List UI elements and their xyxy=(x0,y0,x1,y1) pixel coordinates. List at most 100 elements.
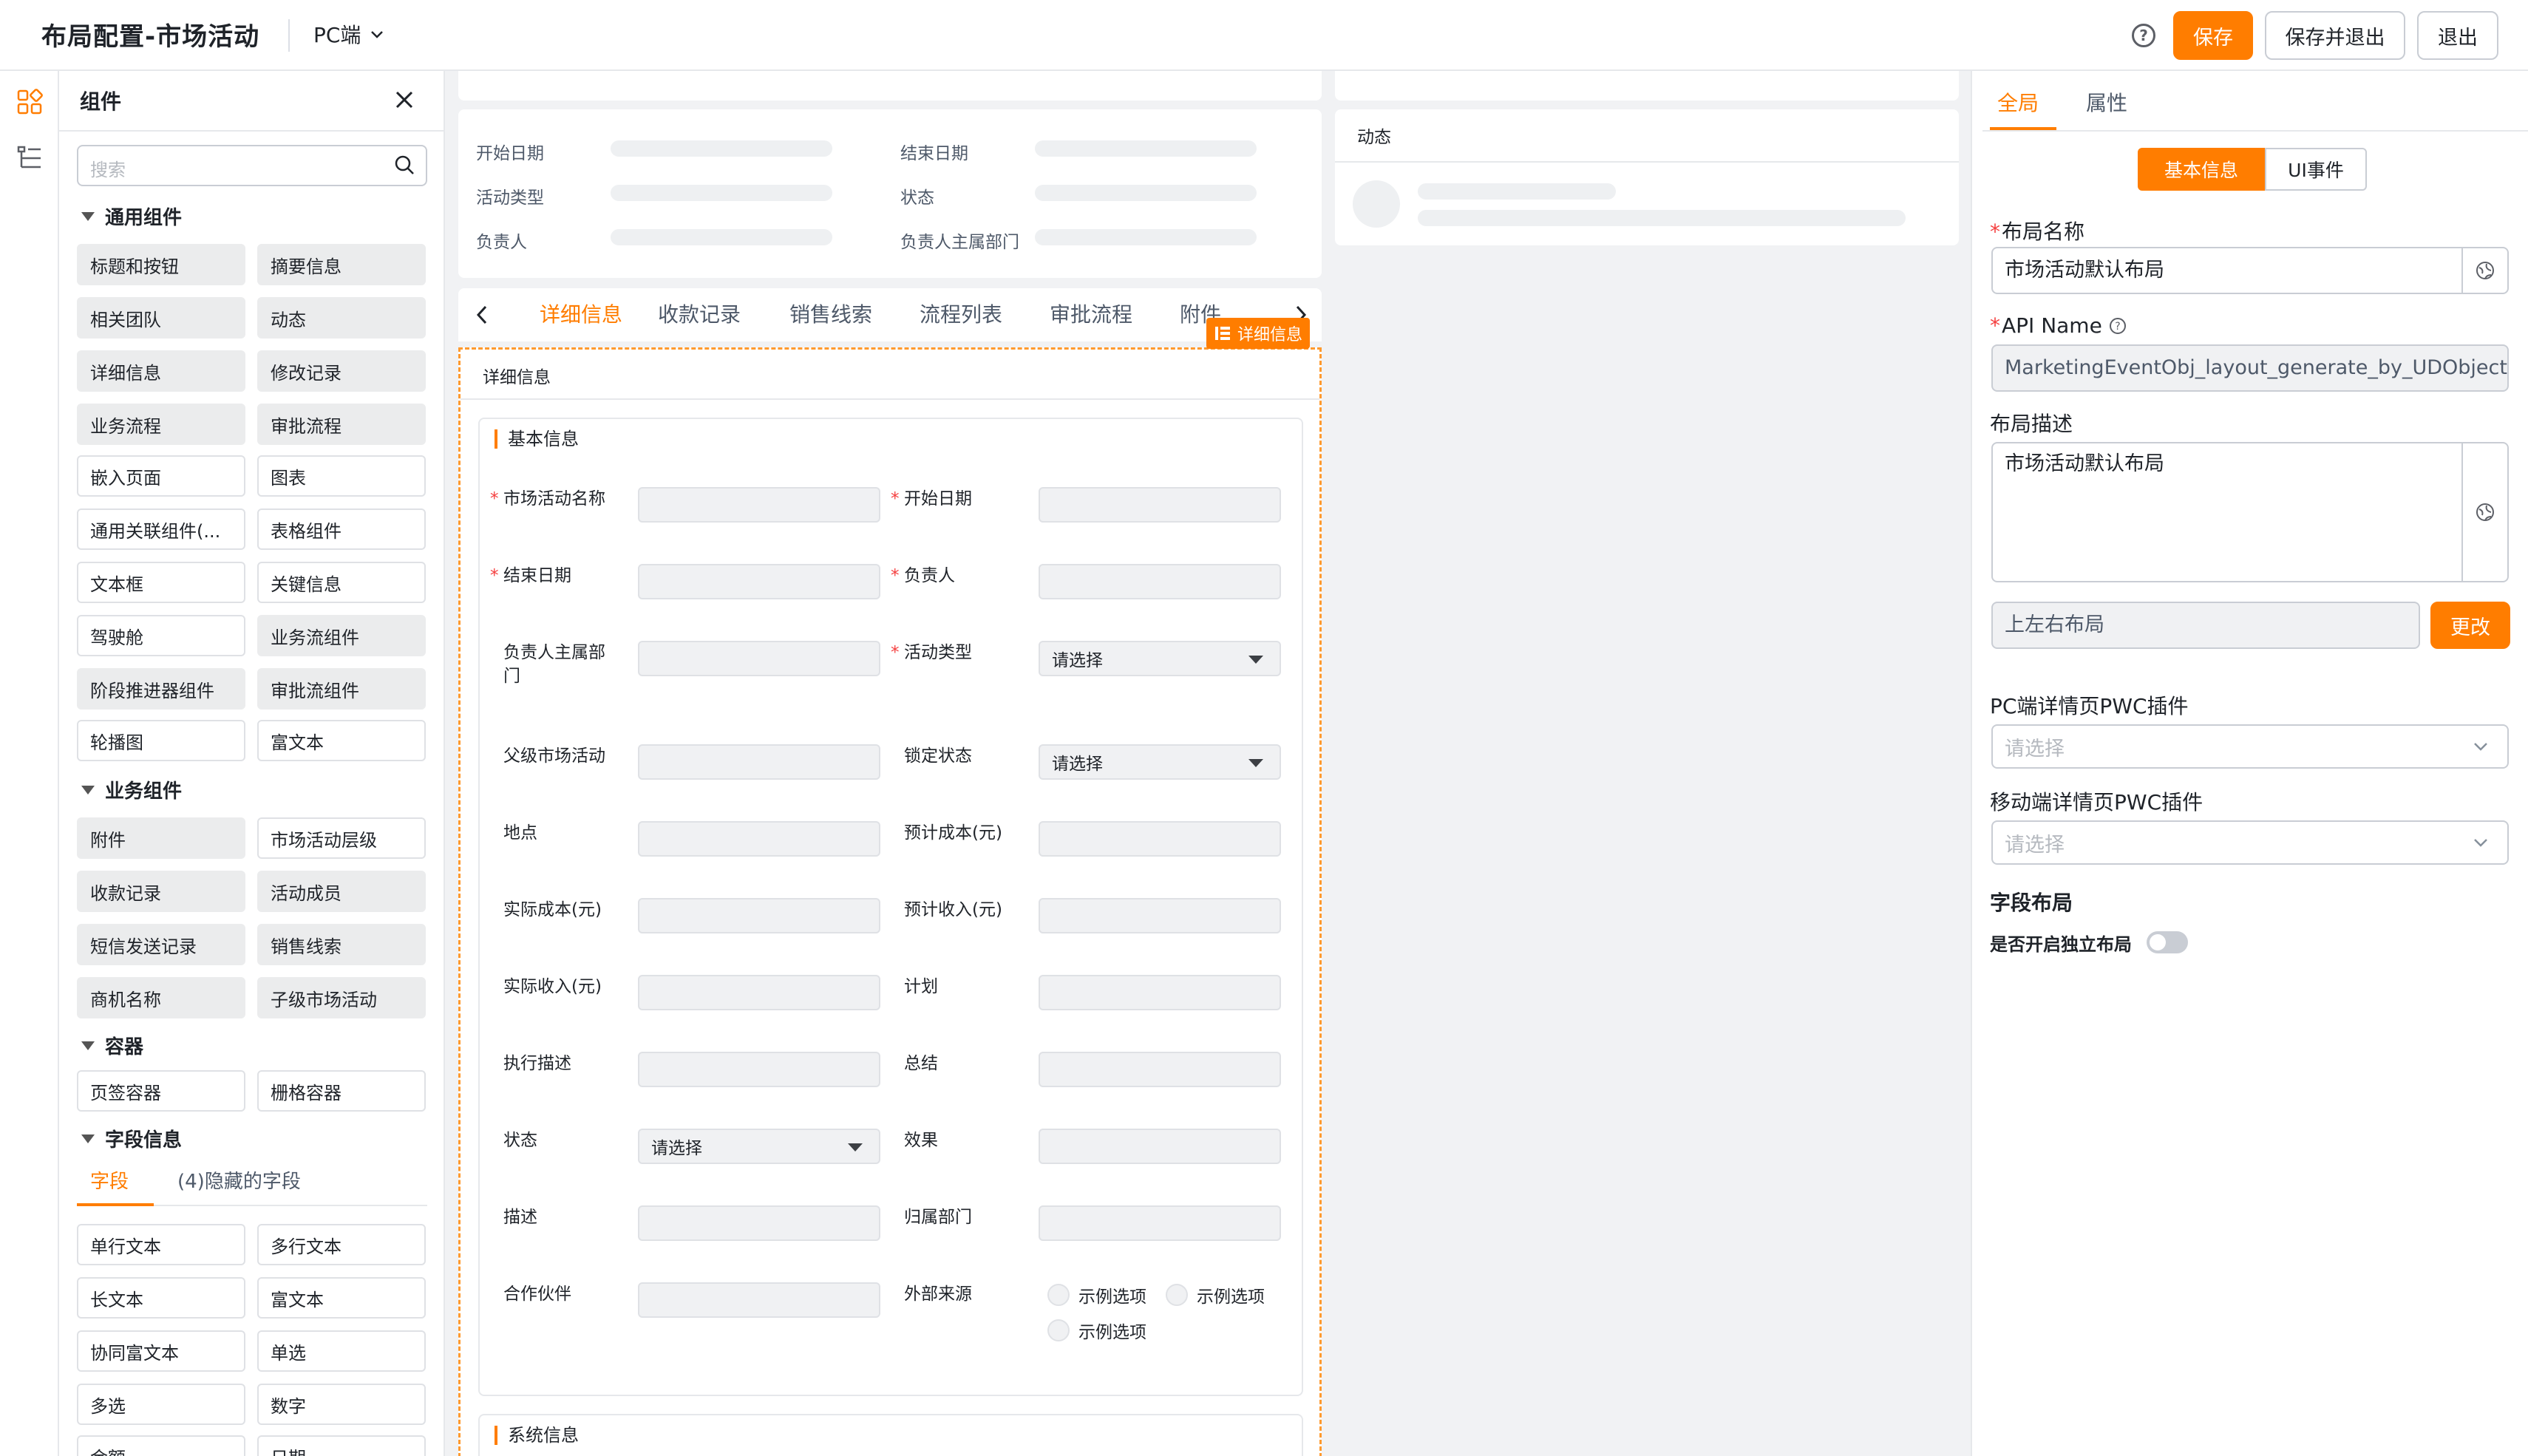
basic-info-section[interactable]: 基本信息 * 市场活动名称 * 开始日期 * 结束日期 * 负责人 负责人主属部门 * 活… xyxy=(478,418,1303,1396)
component-chip[interactable]: 审批流组件 xyxy=(257,668,426,710)
component-chip[interactable]: 多选 xyxy=(77,1384,245,1425)
component-chip[interactable]: 商机名称 xyxy=(77,977,245,1018)
field-input[interactable] xyxy=(638,744,880,780)
component-chip[interactable]: 活动成员 xyxy=(257,871,426,912)
question-icon[interactable]: ? xyxy=(2108,316,2127,336)
field-select[interactable]: 请选择 xyxy=(1039,744,1281,780)
component-chip[interactable]: 协同富文本 xyxy=(77,1330,245,1372)
selected-component-tag[interactable]: 详细信息 xyxy=(1206,318,1311,349)
component-chip[interactable]: 修改记录 xyxy=(257,350,426,392)
save-and-exit-button[interactable]: 保存并退出 xyxy=(2265,11,2405,60)
group-field-info[interactable]: 字段信息 xyxy=(81,1125,182,1152)
platform-dropdown[interactable]: PC端 xyxy=(313,19,384,49)
component-chip[interactable]: 子级市场活动 xyxy=(257,977,426,1018)
field-input[interactable] xyxy=(638,898,880,933)
field-input[interactable] xyxy=(1039,1129,1281,1164)
field-input[interactable] xyxy=(638,487,880,523)
tab-approval-flow[interactable]: 审批流程 xyxy=(1050,299,1132,328)
tab-hidden-fields[interactable]: (4)隐藏的字段 xyxy=(177,1166,301,1194)
field-input[interactable] xyxy=(1039,1052,1281,1087)
component-chip[interactable]: 单选 xyxy=(257,1330,426,1372)
component-chip[interactable]: 日期 xyxy=(257,1435,426,1456)
radio-option[interactable]: 示例选项 xyxy=(1047,1282,1146,1307)
component-chip[interactable]: 相关团队 xyxy=(77,297,245,339)
field-input[interactable] xyxy=(638,641,880,676)
tab-fields[interactable]: 字段 xyxy=(90,1166,129,1194)
component-chip[interactable]: 嵌入页面 xyxy=(77,455,245,497)
pc-plugin-select[interactable]: 请选择 xyxy=(1991,724,2509,769)
component-chip[interactable]: 驾驶舱 xyxy=(77,615,245,656)
independent-layout-toggle[interactable] xyxy=(2147,931,2188,953)
component-chip[interactable]: 单行文本 xyxy=(77,1224,245,1265)
component-chip[interactable]: 富文本 xyxy=(257,1277,426,1319)
field-input[interactable] xyxy=(1039,821,1281,857)
component-chip[interactable]: 附件 xyxy=(77,817,245,859)
header-card[interactable] xyxy=(458,71,1322,101)
component-chip[interactable]: 数字 xyxy=(257,1384,426,1425)
change-layout-button[interactable]: 更改 xyxy=(2430,602,2510,649)
component-search-input[interactable]: 搜索 xyxy=(77,145,427,186)
component-chip[interactable]: 业务流程 xyxy=(77,404,245,445)
component-chip[interactable]: 多行文本 xyxy=(257,1224,426,1265)
component-chip[interactable]: 栅格容器 xyxy=(257,1070,426,1112)
field-input[interactable] xyxy=(638,564,880,599)
tab-sales-leads[interactable]: 销售线索 xyxy=(789,299,872,328)
segment-ui-events[interactable]: UI事件 xyxy=(2265,148,2367,191)
component-chip[interactable]: 摘要信息 xyxy=(257,244,426,285)
component-chip[interactable]: 阶段推进器组件 xyxy=(77,668,245,710)
layout-description-textarea[interactable]: 市场活动默认布局 xyxy=(1991,442,2509,582)
component-chip[interactable]: 审批流程 xyxy=(257,404,426,445)
component-chip[interactable]: 业务流组件 xyxy=(257,615,426,656)
component-chip[interactable]: 市场活动层级 xyxy=(257,817,426,859)
field-input[interactable] xyxy=(638,1282,880,1318)
tab-global[interactable]: 全局 xyxy=(1997,87,2039,117)
component-chip[interactable]: 销售线索 xyxy=(257,924,426,965)
component-chip[interactable]: 关键信息 xyxy=(257,562,426,603)
chevron-left-icon[interactable] xyxy=(475,305,489,325)
component-chip[interactable]: 长文本 xyxy=(77,1277,245,1319)
group-general-components[interactable]: 通用组件 xyxy=(81,203,182,230)
field-input[interactable] xyxy=(1039,1205,1281,1241)
field-input[interactable] xyxy=(1039,898,1281,933)
field-input[interactable] xyxy=(638,1205,880,1241)
component-chip[interactable]: 短信发送记录 xyxy=(77,924,245,965)
component-chip[interactable]: 标题和按钮 xyxy=(77,244,245,285)
component-chip[interactable]: 图表 xyxy=(257,455,426,497)
radio-option[interactable]: 示例选项 xyxy=(1047,1318,1146,1343)
components-icon[interactable] xyxy=(16,89,43,115)
tab-properties[interactable]: 属性 xyxy=(2086,87,2127,117)
group-containers[interactable]: 容器 xyxy=(81,1032,143,1059)
field-input[interactable] xyxy=(638,821,880,857)
field-input[interactable] xyxy=(1039,487,1281,523)
summary-card[interactable]: 开始日期 结束日期 活动类型 状态 负责人 负责人主属部门 xyxy=(458,109,1322,278)
layout-name-input[interactable]: 市场活动默认布局 xyxy=(1991,247,2509,294)
header-card-right[interactable] xyxy=(1335,71,1959,101)
feed-card[interactable]: 动态 xyxy=(1335,109,1959,245)
component-chip[interactable]: 表格组件 xyxy=(257,508,426,550)
component-chip[interactable]: 金额 xyxy=(77,1435,245,1456)
tab-detail-info[interactable]: 详细信息 xyxy=(540,299,622,328)
field-input[interactable] xyxy=(638,1052,880,1087)
save-button[interactable]: 保存 xyxy=(2173,11,2253,60)
translate-globe-icon[interactable] xyxy=(2461,248,2507,293)
component-chip[interactable]: 收款记录 xyxy=(77,871,245,912)
detail-info-component[interactable]: 详细信息 基本信息 * 市场活动名称 * 开始日期 * 结束日期 * 负责人 负责人主属… xyxy=(458,347,1322,1456)
component-chip[interactable]: 轮播图 xyxy=(77,720,245,761)
field-input[interactable] xyxy=(1039,564,1281,599)
component-chip[interactable]: 动态 xyxy=(257,297,426,339)
component-chip[interactable]: 文本框 xyxy=(77,562,245,603)
field-input[interactable] xyxy=(1039,975,1281,1010)
component-chip[interactable]: 通用关联组件(... xyxy=(77,508,245,550)
mobile-plugin-select[interactable]: 请选择 xyxy=(1991,820,2509,865)
close-icon[interactable] xyxy=(393,89,415,111)
help-icon[interactable]: ? xyxy=(2132,24,2155,47)
component-chip[interactable]: 详细信息 xyxy=(77,350,245,392)
segment-basic-info[interactable]: 基本信息 xyxy=(2138,148,2265,191)
exit-button[interactable]: 退出 xyxy=(2417,11,2498,60)
tab-payment-records[interactable]: 收款记录 xyxy=(658,299,741,328)
field-select[interactable]: 请选择 xyxy=(638,1129,880,1164)
component-chip[interactable]: 富文本 xyxy=(257,720,426,761)
field-input[interactable] xyxy=(638,975,880,1010)
group-business-components[interactable]: 业务组件 xyxy=(81,776,182,803)
field-select[interactable]: 请选择 xyxy=(1039,641,1281,676)
